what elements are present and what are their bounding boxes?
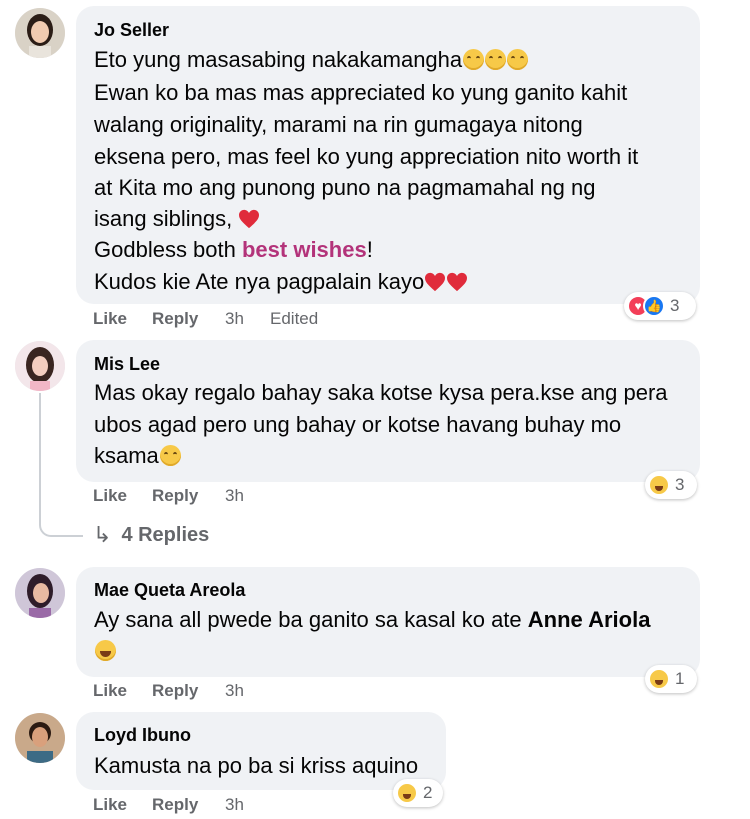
timestamp[interactable]: 3h: [225, 795, 244, 815]
like-icon: 👍: [643, 295, 665, 317]
comment-text-line: at Kita mo ang punong puno na pagmamahal…: [94, 175, 596, 200]
avatar[interactable]: [15, 713, 65, 763]
smile-emoji-icon: [485, 49, 507, 70]
comment-author[interactable]: Loyd Ibuno: [94, 725, 191, 746]
haha-icon: [396, 782, 418, 804]
avatar-loyd-ibuno-icon: [15, 713, 65, 763]
comment-author[interactable]: Mis Lee: [94, 354, 160, 375]
comment-actions: Like Reply 3h: [93, 795, 293, 817]
reply-button[interactable]: Reply: [152, 795, 198, 815]
reaction-summary[interactable]: 2: [393, 779, 443, 807]
avatar[interactable]: [15, 341, 65, 391]
like-button[interactable]: Like: [93, 681, 127, 701]
avatar-jo-seller-icon: [15, 8, 65, 58]
comment-text-line: walang originality, marami na rin gumaga…: [94, 112, 583, 137]
highlighted-text[interactable]: best wishes: [242, 237, 367, 262]
reaction-count: 2: [423, 783, 433, 802]
comment-text-line: Godbless both best wishes!: [94, 237, 373, 262]
like-button[interactable]: Like: [93, 309, 127, 329]
comment-text-line: eksena pero, mas feel ko yung appreciati…: [94, 144, 639, 169]
smile-emoji-icon: [159, 445, 181, 466]
reply-button[interactable]: Reply: [152, 309, 198, 329]
comment-actions: Like Reply 3h: [93, 681, 293, 703]
comment-author[interactable]: Mae Queta Areola: [94, 580, 245, 601]
laugh-emoji-icon: [95, 640, 116, 661]
heart-emoji-icon: [239, 209, 260, 229]
timestamp[interactable]: 3h: [225, 681, 244, 701]
comment-author[interactable]: Jo Seller: [94, 20, 169, 41]
like-button[interactable]: Like: [93, 486, 127, 506]
reply-arrow-icon: ↳: [93, 522, 112, 547]
reaction-count: 1: [675, 669, 685, 688]
avatar[interactable]: [15, 568, 65, 618]
haha-icon: [648, 668, 670, 690]
comment-text-line: ubos agad pero ung bahay or kotse havang…: [94, 412, 622, 437]
heart-emoji-icon: [425, 272, 446, 292]
avatar-mae-queta-areola-icon: [15, 568, 65, 618]
comment-text-line: Kamusta na po ba si kriss aquino: [94, 753, 419, 778]
reaction-summary[interactable]: ♥ 👍 3: [624, 292, 696, 320]
timestamp[interactable]: 3h: [225, 309, 244, 329]
comment-text-line: Kudos kie Ate nya pagpalain kayo: [94, 266, 468, 297]
timestamp[interactable]: 3h: [225, 486, 244, 506]
smile-emoji-icon: [507, 49, 529, 70]
comment-text-line: isang siblings,: [94, 203, 260, 234]
view-replies-button[interactable]: ↳ 4 Replies: [93, 522, 209, 548]
reaction-count: 3: [675, 475, 685, 494]
smile-emoji-icon: [463, 49, 485, 70]
edited-label: Edited: [270, 309, 319, 328]
comment-text-line: [94, 635, 116, 666]
mentioned-user-link[interactable]: Anne Ariola: [528, 607, 651, 632]
reaction-summary[interactable]: 3: [645, 471, 697, 499]
reaction-summary[interactable]: 1: [645, 665, 697, 693]
like-button[interactable]: Like: [93, 795, 127, 815]
avatar-mis-lee-icon: [15, 341, 65, 391]
avatar[interactable]: [15, 8, 65, 58]
reaction-count: 3: [670, 296, 680, 315]
reply-button[interactable]: Reply: [152, 486, 198, 506]
comment-actions: Like Reply 3h Edited: [93, 309, 393, 331]
haha-icon: [648, 474, 670, 496]
comment-text-line: Mas okay regalo bahay saka kotse kysa pe…: [94, 380, 668, 405]
comment-text-line: Eto yung masasabing nakakamangha: [94, 44, 529, 75]
replies-label: 4 Replies: [121, 523, 210, 546]
comment-text-line: Ewan ko ba mas mas appreciated ko yung g…: [94, 80, 628, 105]
comment-actions: Like Reply 3h: [93, 486, 293, 508]
comment-text-line: Ay sana all pwede ba ganito sa kasal ko …: [94, 607, 651, 632]
reply-button[interactable]: Reply: [152, 681, 198, 701]
heart-emoji-icon: [447, 272, 468, 292]
comment-text-line: ksama: [94, 440, 181, 471]
